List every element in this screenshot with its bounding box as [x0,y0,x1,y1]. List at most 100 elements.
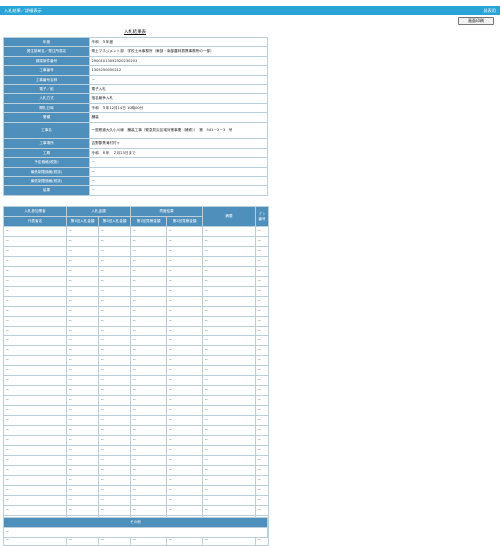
table-cell: － [3,405,67,417]
table-cell: － [202,444,256,456]
table-cell: － [3,325,67,337]
table-cell: － [3,375,67,387]
table-cell: － [98,425,131,437]
info-row: 業種 舗装 [3,112,268,123]
table-cell: － [255,474,269,486]
table-row: －－－－－－－ [3,255,269,267]
table-cell: － [98,235,131,247]
table-cell: － [166,285,203,297]
table-cell: － [66,315,99,327]
table-cell: － [166,494,203,506]
table-cell: － [3,285,67,297]
info-label: 調達案件番号 [3,55,90,67]
table-cell: － [202,425,256,437]
table-cell: － [98,365,131,377]
table-row: －－－－－－－ [3,395,269,407]
table-cell: － [98,275,131,287]
table-cell: － [202,365,256,377]
table-row: －－－－－－－ [3,425,269,437]
table-cell: － [255,295,269,307]
table-cell: － [166,395,203,407]
table-cell: － [166,315,203,327]
table-row: －－－－－－－ [3,335,269,347]
table-cell: － [255,355,269,367]
table-row: －－－－－－－ [3,265,269,277]
table-cell: － [98,335,131,347]
table-cell: － [255,405,269,417]
table-row: －－－－－－－ [3,226,269,237]
table-cell: － [3,385,67,397]
table-cell: － [98,474,131,486]
table-cell: － [130,245,167,257]
table-cell: － [3,494,67,506]
info-value: 一般県道大久小川線 舗装工事（緊急防災区域対策事業（補修）） 第 541－2－3… [89,121,268,140]
table-cell: － [202,494,256,506]
table-cell: － [3,504,67,516]
table-cell: － [98,345,131,357]
table-cell: － [255,245,269,257]
info-value: 1305250050212 [89,65,268,76]
info-value: 舗装 [89,112,268,123]
table-cell: － [66,325,99,337]
table-cell: － [98,504,131,516]
bid-second-header: 第2回入札金額 [98,216,131,227]
table-cell: － [202,484,256,496]
info-value: 令和 ５年度 [89,36,268,48]
info-value: 指名競争入札 [89,93,268,104]
table-cell: － [130,425,167,437]
table-cell: － [66,435,99,446]
table-cell: － [66,464,99,476]
table-cell: － [202,345,256,357]
table-row: －－－－－－－ [3,415,269,427]
table-cell: － [166,365,203,377]
table-cell: － [98,385,131,397]
table-cell: － [255,275,269,287]
other-header: その他 [3,517,268,528]
info-row: 入札方式 指名競争入札 [3,93,268,104]
table-cell: － [255,345,269,357]
table-row: －－－－－－－ [3,345,269,357]
table-cell: － [166,245,203,257]
bidder-name-header: 代表者名 [3,216,67,227]
table-cell: － [166,275,203,287]
table-row: －－－－－－－ [3,285,269,297]
table-cell: － [255,265,269,277]
table-cell: － [202,454,256,466]
table-cell: － [3,245,67,257]
table-cell: － [66,504,99,516]
table-cell: － [130,355,167,367]
table-cell: － [66,305,99,317]
table-cell: － [66,395,99,407]
table-cell: － [202,245,256,257]
table-cell: － [255,484,269,496]
info-label: 電子／紙 [3,84,90,95]
table-cell: － [255,226,269,237]
table-cell: － [202,325,256,337]
table-cell: － [3,295,67,307]
table-cell: － [3,315,67,327]
estimate-first-header: 第1回見積金額 [130,216,167,227]
table-cell: － [66,415,99,427]
info-label: 結果 [3,185,90,196]
table-cell: － [98,355,131,367]
table-cell: － [202,464,256,476]
table-cell: － [255,305,269,317]
table-cell: － [202,275,256,287]
window-title: 入札結果／詳細表示 [4,7,42,13]
info-row: 工事名 一般県道大久小川線 舗装工事（緊急防災区域対策事業（補修）） 第 541－… [3,121,268,140]
table-cell: － [202,295,256,307]
table-cell: － [98,265,131,277]
table-cell: － [98,226,131,237]
table-cell: － [202,285,256,297]
table-cell: － [66,375,99,387]
info-value: 電子入札 [89,84,268,95]
info-row: 工期 令和 ６年 ２月23日まで [3,147,268,159]
table-cell: － [255,444,269,456]
info-label: 業種 [3,112,90,123]
print-button[interactable]: 画面印刷 [458,17,494,25]
table-row: －－－－－－－ [3,504,269,516]
table-cell: － [255,395,269,407]
table-cell: － [66,226,99,237]
info-value: － [89,185,268,196]
table-cell: － [255,425,269,437]
